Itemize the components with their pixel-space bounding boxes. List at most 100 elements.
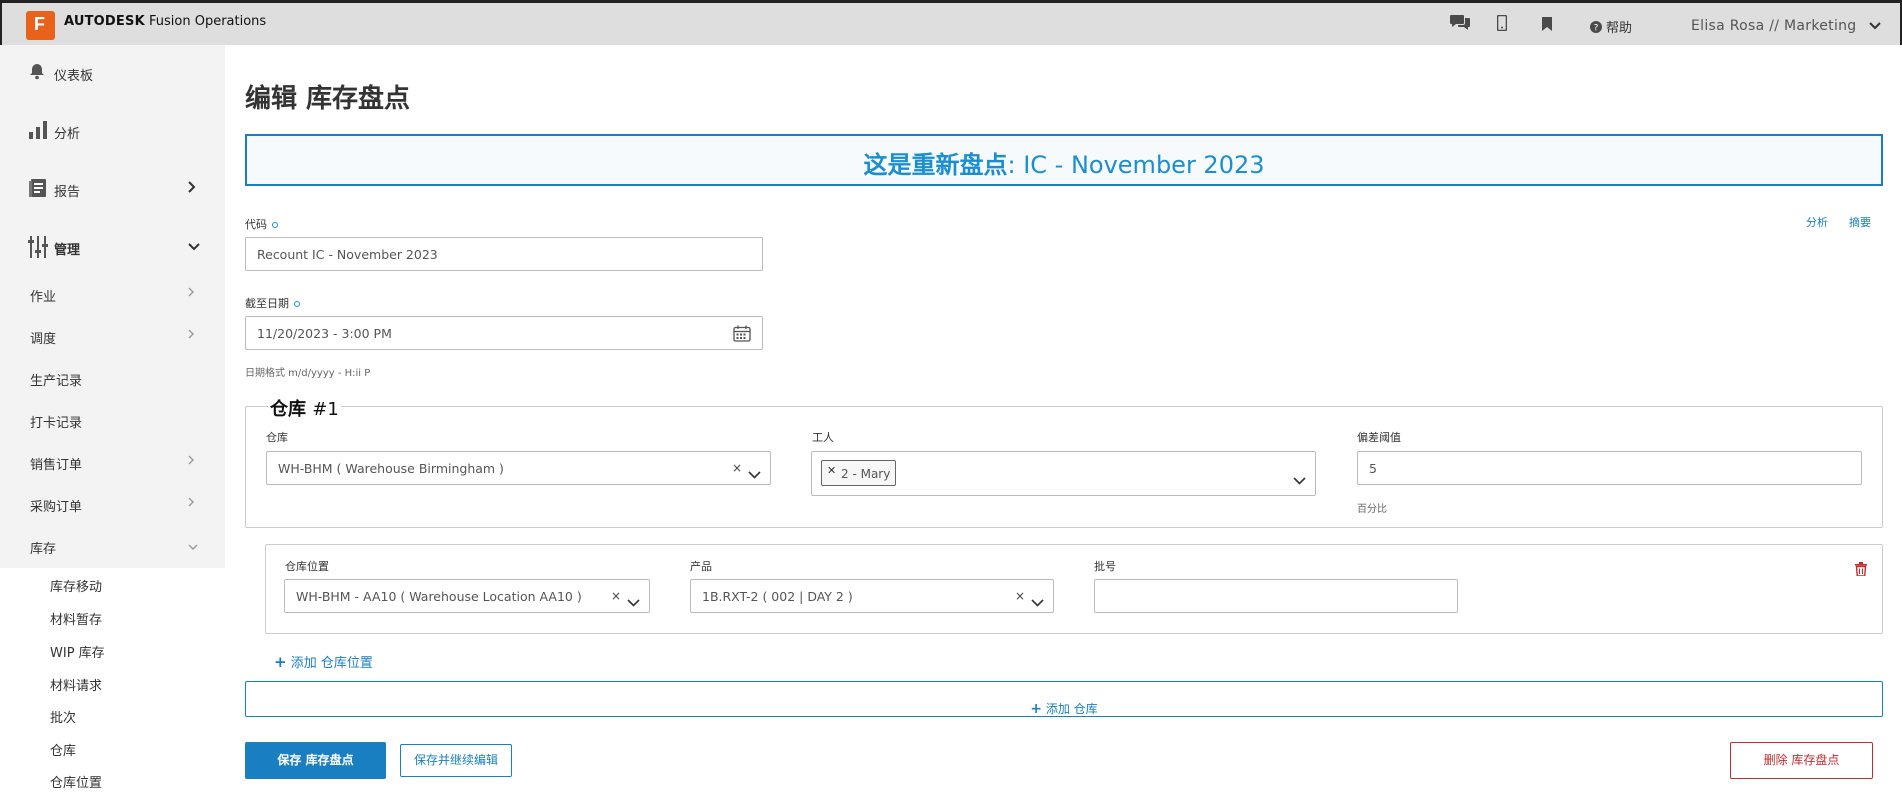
chat-icon[interactable] <box>1449 13 1471 35</box>
sidebar-item-analysis[interactable]: 分析 <box>0 103 225 161</box>
user-menu[interactable]: Elisa Rosa // Marketing <box>1691 18 1881 34</box>
warehouse-label: 仓库 <box>266 431 288 444</box>
sidebar-item-label: 采购订单 <box>30 500 83 515</box>
remove-tag-icon[interactable]: ✕ <box>827 464 836 477</box>
sidebar-item-label: 管理 <box>54 243 81 258</box>
sidebar-item-inventory[interactable]: 库存 <box>0 525 225 567</box>
worker-tag[interactable]: ✕ 2 - Mary <box>821 460 896 486</box>
threshold-value: 5 <box>1369 461 1377 476</box>
sidebar-item-dashboard[interactable]: 仪表板 <box>0 45 225 103</box>
help-icon[interactable]: ? <box>1590 18 1602 37</box>
fusion-logo[interactable]: F <box>26 11 55 40</box>
chevron-down-icon <box>188 239 200 255</box>
mobile-icon[interactable] <box>1496 14 1508 35</box>
sidebar-item-label: 库存 <box>30 542 57 557</box>
worker-tag-label: 2 - Mary <box>841 467 891 481</box>
location-value: WH-BHM - AA10 ( Warehouse Location AA10 … <box>296 589 582 604</box>
add-warehouse-button[interactable]: + 添加 仓库 <box>245 681 1883 717</box>
sidebar-item-reports[interactable]: 报告 <box>0 161 225 219</box>
chevron-right-icon <box>188 496 194 510</box>
chevron-right-icon <box>188 286 194 300</box>
code-label-text: 代码 <box>245 218 267 231</box>
worker-label: 工人 <box>812 431 834 444</box>
sidebar-subitem-material-requests[interactable]: 材料请求 <box>50 675 102 694</box>
chevron-down-icon[interactable] <box>627 592 640 611</box>
clear-icon[interactable]: × <box>1015 589 1025 603</box>
code-value: Recount IC - November 2023 <box>257 247 438 262</box>
sidebar-subitem-wip-inventory[interactable]: WIP 库存 <box>50 642 105 661</box>
chevron-down-icon[interactable] <box>748 464 761 483</box>
threshold-hint: 百分比 <box>1357 504 1387 515</box>
code-input[interactable]: Recount IC - November 2023 <box>245 237 763 271</box>
add-location-button[interactable]: + 添加 仓库位置 <box>274 652 373 671</box>
recount-banner: 这是重新盘点: IC - November 2023 <box>245 134 1883 186</box>
location-select[interactable]: WH-BHM - AA10 ( Warehouse Location AA10 … <box>284 579 650 613</box>
worker-multiselect[interactable]: ✕ 2 - Mary <box>811 451 1316 496</box>
sidebar-subitem-stock-movements[interactable]: 库存移动 <box>50 576 102 595</box>
sidebar-item-label: 仪表板 <box>54 69 94 84</box>
plus-icon: + <box>1030 701 1043 717</box>
sliders-icon <box>28 236 48 262</box>
delete-button[interactable]: 删除 库存盘点 <box>1730 742 1873 779</box>
brand-name: AUTODESK Fusion Operations <box>64 14 266 29</box>
save-continue-button[interactable]: 保存并继续编辑 <box>400 744 512 777</box>
chevron-down-icon <box>1869 22 1881 30</box>
clear-icon[interactable]: × <box>611 589 621 603</box>
logo-letter: F <box>34 14 45 34</box>
brand-bold: AUTODESK <box>64 14 145 29</box>
plus-icon: + <box>274 653 287 671</box>
trash-icon[interactable] <box>1855 561 1867 580</box>
location-label: 仓库位置 <box>285 560 329 573</box>
deadline-label-text: 截至日期 <box>245 297 289 310</box>
sidebar-item-schedule[interactable]: 调度 <box>0 315 225 357</box>
sidebar-item-label: 分析 <box>54 127 81 142</box>
chevron-right-icon <box>188 454 194 468</box>
help-link[interactable]: 帮助 <box>1606 17 1632 36</box>
user-name: Elisa Rosa // Marketing <box>1691 18 1857 34</box>
warehouse-select[interactable]: WH-BHM ( Warehouse Birmingham ) × <box>266 451 771 485</box>
sidebar-item-jobs[interactable]: 作业 <box>0 273 225 315</box>
summary-link[interactable]: 摘要 <box>1849 214 1871 230</box>
deadline-label: 截至日期 <box>245 295 300 311</box>
sidebar-item-label: 生产记录 <box>30 374 83 389</box>
sidebar-item-manage[interactable]: 管理 <box>0 219 225 277</box>
chevron-down-icon <box>188 539 198 553</box>
threshold-input[interactable]: 5 <box>1357 451 1862 485</box>
chevron-down-icon[interactable] <box>1293 470 1306 489</box>
deadline-input[interactable]: 11/20/2023 - 3:00 PM <box>245 316 763 350</box>
sidebar-item-purchase-orders[interactable]: 采购订单 <box>0 483 225 525</box>
svg-text:?: ? <box>1594 24 1599 34</box>
top-bar: F AUTODESK Fusion Operations ? 帮助 Elisa … <box>0 0 1902 45</box>
clear-icon[interactable]: × <box>732 461 742 475</box>
deadline-value: 11/20/2023 - 3:00 PM <box>257 326 392 341</box>
sidebar-item-timeclock[interactable]: 打卡记录 <box>0 399 225 441</box>
bookmark-icon[interactable] <box>1542 16 1552 35</box>
warehouse-value: WH-BHM ( Warehouse Birmingham ) <box>278 461 504 476</box>
sidebar-item-sales-orders[interactable]: 销售订单 <box>0 441 225 483</box>
batch-input[interactable] <box>1094 579 1458 613</box>
product-label: 产品 <box>690 560 712 573</box>
report-icon <box>28 178 48 202</box>
bar-chart-icon <box>28 120 48 144</box>
legend-number: #1 <box>312 399 339 420</box>
sidebar-subitem-batches[interactable]: 批次 <box>50 707 76 726</box>
save-button[interactable]: 保存 库存盘点 <box>245 742 386 779</box>
sidebar-subitem-warehouse-locations[interactable]: 仓库位置 <box>50 772 102 791</box>
add-warehouse-label: 添加 仓库 <box>1045 702 1098 716</box>
calendar-icon[interactable] <box>733 325 751 346</box>
brand-rest: Fusion Operations <box>144 14 267 29</box>
sidebar-item-production-records[interactable]: 生产记录 <box>0 357 225 399</box>
date-format-hint: 日期格式 m/d/yyyy - H:ii P <box>245 368 371 379</box>
analysis-link[interactable]: 分析 <box>1806 214 1828 230</box>
sidebar-subitem-material-staging[interactable]: 材料暂存 <box>50 609 102 628</box>
add-location-label: 添加 仓库位置 <box>290 656 373 671</box>
required-indicator-icon <box>272 222 278 228</box>
code-label: 代码 <box>245 216 278 232</box>
sidebar-item-label: 打卡记录 <box>30 416 83 431</box>
bell-icon <box>28 62 46 84</box>
required-indicator-icon <box>294 301 300 307</box>
chevron-right-icon <box>188 328 194 342</box>
chevron-down-icon[interactable] <box>1031 592 1044 611</box>
sidebar-subitem-warehouses[interactable]: 仓库 <box>50 740 76 759</box>
product-select[interactable]: 1B.RXT-2 ( 002 | DAY 2 ) × <box>690 579 1054 613</box>
